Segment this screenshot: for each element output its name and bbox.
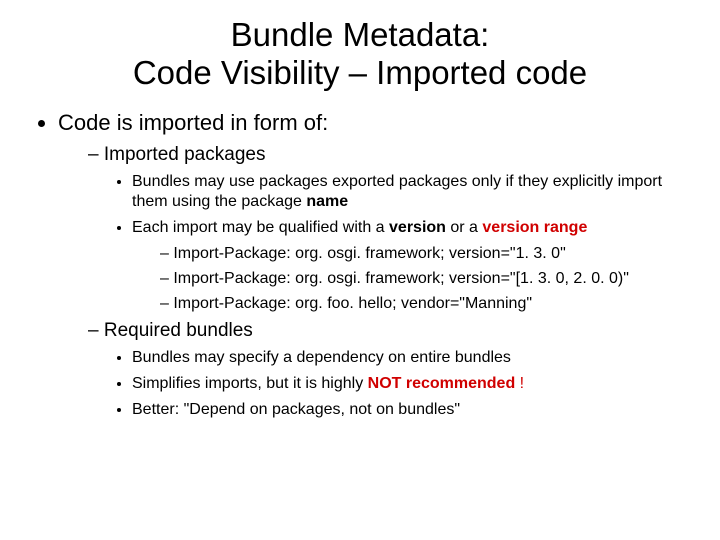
slide: Bundle Metadata: Code Visibility – Impor… (0, 0, 720, 420)
bullet-list-level1: Code is imported in form of: Imported pa… (24, 110, 696, 420)
list-item: Import-Package: org. foo. hello; vendor=… (160, 294, 696, 314)
text: Bundles may use packages exported packag… (132, 173, 662, 210)
title-line-2: Code Visibility – Imported code (133, 54, 587, 91)
slide-title: Bundle Metadata: Code Visibility – Impor… (24, 16, 696, 92)
text-bold-red: version range (482, 219, 587, 236)
text: Import-Package: org. osgi. framework; ve… (173, 270, 629, 287)
list-item: Better: "Depend on packages, not on bund… (132, 400, 696, 420)
text-red: ! (520, 375, 524, 392)
list-item: Bundles may use packages exported packag… (132, 172, 696, 212)
text: Imported packages (104, 144, 266, 165)
text: Each import may be qualified with a (132, 219, 389, 236)
text: Simplifies imports, but it is highly (132, 375, 368, 392)
text-bold: version (389, 219, 446, 236)
bullet-list-level4: Import-Package: org. osgi. framework; ve… (132, 244, 696, 314)
list-item: Imported packages Bundles may use packag… (88, 144, 696, 314)
list-item: Required bundles Bundles may specify a d… (88, 320, 696, 420)
text-bold-red: NOT recommended (368, 375, 520, 392)
bullet-list-level3: Bundles may specify a dependency on enti… (88, 348, 696, 420)
text: Better: "Depend on packages, not on bund… (132, 401, 460, 418)
text: Bundles may specify a dependency on enti… (132, 349, 511, 366)
text: Code is imported in form of: (58, 110, 328, 135)
list-item: Bundles may specify a dependency on enti… (132, 348, 696, 368)
title-line-1: Bundle Metadata: (231, 16, 490, 53)
list-item: Simplifies imports, but it is highly NOT… (132, 374, 696, 394)
list-item: Code is imported in form of: Imported pa… (58, 110, 696, 420)
bullet-list-level3: Bundles may use packages exported packag… (88, 172, 696, 314)
text: Import-Package: org. foo. hello; vendor=… (173, 295, 532, 312)
text: Import-Package: org. osgi. framework; ve… (173, 245, 565, 262)
text: Required bundles (104, 320, 253, 341)
bullet-list-level2: Imported packages Bundles may use packag… (58, 144, 696, 420)
text-bold: name (306, 193, 348, 210)
text: or a (446, 219, 482, 236)
list-item: Import-Package: org. osgi. framework; ve… (160, 269, 696, 289)
list-item: Import-Package: org. osgi. framework; ve… (160, 244, 696, 264)
list-item: Each import may be qualified with a vers… (132, 218, 696, 314)
